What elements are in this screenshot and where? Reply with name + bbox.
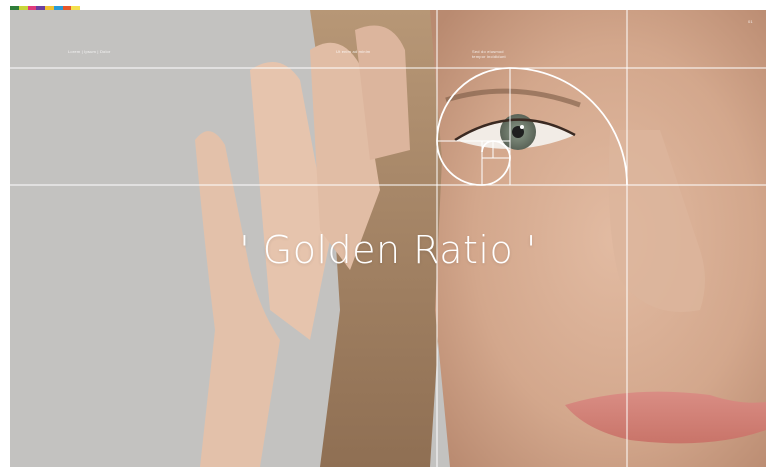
header-note-center: Ut enim ad minim <box>336 49 371 54</box>
golden-rectangle <box>436 67 628 186</box>
breadcrumb: Lorem | Ipsum | Dolor <box>68 49 111 54</box>
page-number: 01 <box>748 19 753 24</box>
page-title: ' Golden Ratio ' <box>239 228 537 272</box>
fibonacci-spiral <box>436 67 628 186</box>
header-note-right: Sed do eiusmod tempor incididunt <box>472 49 506 59</box>
photo-frame: Lorem | Ipsum | Dolor Ut enim ad minim S… <box>10 10 766 467</box>
